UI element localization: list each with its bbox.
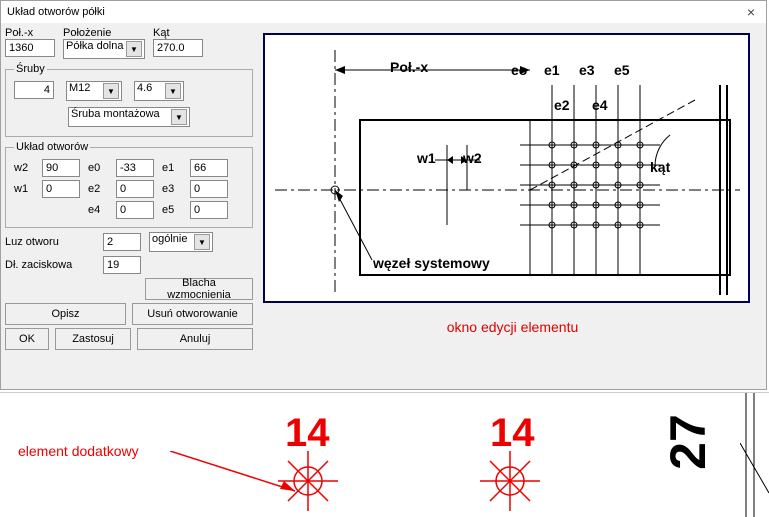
opisz-button[interactable]: Opisz <box>5 303 126 325</box>
e4-label: e4 <box>88 204 110 216</box>
okno-label: okno edycji elementu <box>263 319 762 335</box>
mark-14b: 14 <box>490 411 535 456</box>
e0-label: e0 <box>88 162 110 174</box>
e0-input[interactable] <box>116 159 154 177</box>
dl-input[interactable] <box>103 256 141 274</box>
zastosuj-button[interactable]: Zastosuj <box>55 328 131 350</box>
e5-input[interactable] <box>190 201 228 219</box>
diagram-e2-label: e2 <box>554 97 570 113</box>
element-label: element dodatkowy <box>18 443 139 459</box>
kat-input[interactable] <box>153 39 203 57</box>
title-text: Układ otworów półki <box>7 6 105 18</box>
blacha-button[interactable]: Blacha wzmocnienia <box>145 278 253 300</box>
e1-label: e1 <box>162 162 184 174</box>
polx-label: Poł.-x <box>5 27 55 39</box>
w2-label: w2 <box>14 162 36 174</box>
sruby-legend: Śruby <box>14 63 47 75</box>
e4-input[interactable] <box>116 201 154 219</box>
luz-input[interactable] <box>103 233 141 251</box>
diagram-e1-label: e1 <box>544 62 560 78</box>
e2-input[interactable] <box>116 180 154 198</box>
sruby-type-select[interactable]: Śruba montażowa <box>68 107 190 127</box>
left-panel: Poł.-x Położenie Półka dolna Kąt Śruby M… <box>5 27 253 350</box>
w2-input[interactable] <box>42 159 80 177</box>
sruby-count-input[interactable] <box>14 81 54 99</box>
diagram-e3-label: e3 <box>579 62 595 78</box>
diagram-eo-label: eo <box>511 62 527 78</box>
polozenie-label: Położenie <box>63 27 145 39</box>
dl-label: Dł. zaciskowa <box>5 259 97 271</box>
diagram-w2-label: w2 <box>463 150 482 166</box>
sruby-grade-select[interactable]: 4.6 <box>134 81 184 101</box>
diagram-wezel-label: węzeł systemowy <box>373 255 490 271</box>
diagram-w1-label: w1 <box>417 150 436 166</box>
mark-27: 27 <box>659 414 717 470</box>
diagram: Poł.-x eo e1 e3 e5 e2 e4 w1 w2 kąt węzeł… <box>263 33 750 303</box>
usun-button[interactable]: Usuń otworowanie <box>132 303 253 325</box>
crosshair-icon <box>480 451 540 511</box>
uklad-legend: Układ otworów <box>14 141 90 153</box>
right-panel: Poł.-x eo e1 e3 e5 e2 e4 w1 w2 kąt węzeł… <box>263 27 762 350</box>
diagram-kat-label: kąt <box>650 159 670 175</box>
e1-input[interactable] <box>190 159 228 177</box>
diagram-e4-label: e4 <box>592 97 608 113</box>
kat-label: Kąt <box>153 27 203 39</box>
sruby-group: Śruby M12 4.6 Śruba montażowa <box>5 63 253 137</box>
dialog-window: Układ otworów półki × Poł.-x Położenie P… <box>0 0 767 390</box>
w1-label: w1 <box>14 183 36 195</box>
luz-label: Luz otworu <box>5 236 97 248</box>
polozenie-select[interactable]: Półka dolna <box>63 39 145 59</box>
diagram-polx-label: Poł.-x <box>390 59 428 75</box>
ok-button[interactable]: OK <box>5 328 49 350</box>
anuluj-button[interactable]: Anuluj <box>137 328 253 350</box>
polx-input[interactable] <box>5 39 55 57</box>
e3-label: e3 <box>162 183 184 195</box>
luz-mode-select[interactable]: ogólnie <box>149 232 213 252</box>
diagram-e5-label: e5 <box>614 62 630 78</box>
sruby-size-select[interactable]: M12 <box>66 81 122 101</box>
e3-input[interactable] <box>190 180 228 198</box>
drawing-area: element dodatkowy 14 14 27 <box>0 392 769 516</box>
e5-label: e5 <box>162 204 184 216</box>
mark-14a: 14 <box>285 411 330 456</box>
uklad-group: Układ otworów w2 e0 e1 w1 e2 e3 e4 <box>5 141 253 228</box>
e2-label: e2 <box>88 183 110 195</box>
w1-input[interactable] <box>42 180 80 198</box>
titlebar: Układ otworów półki × <box>1 1 766 23</box>
crosshair-icon <box>278 451 338 511</box>
close-icon[interactable]: × <box>736 4 766 20</box>
